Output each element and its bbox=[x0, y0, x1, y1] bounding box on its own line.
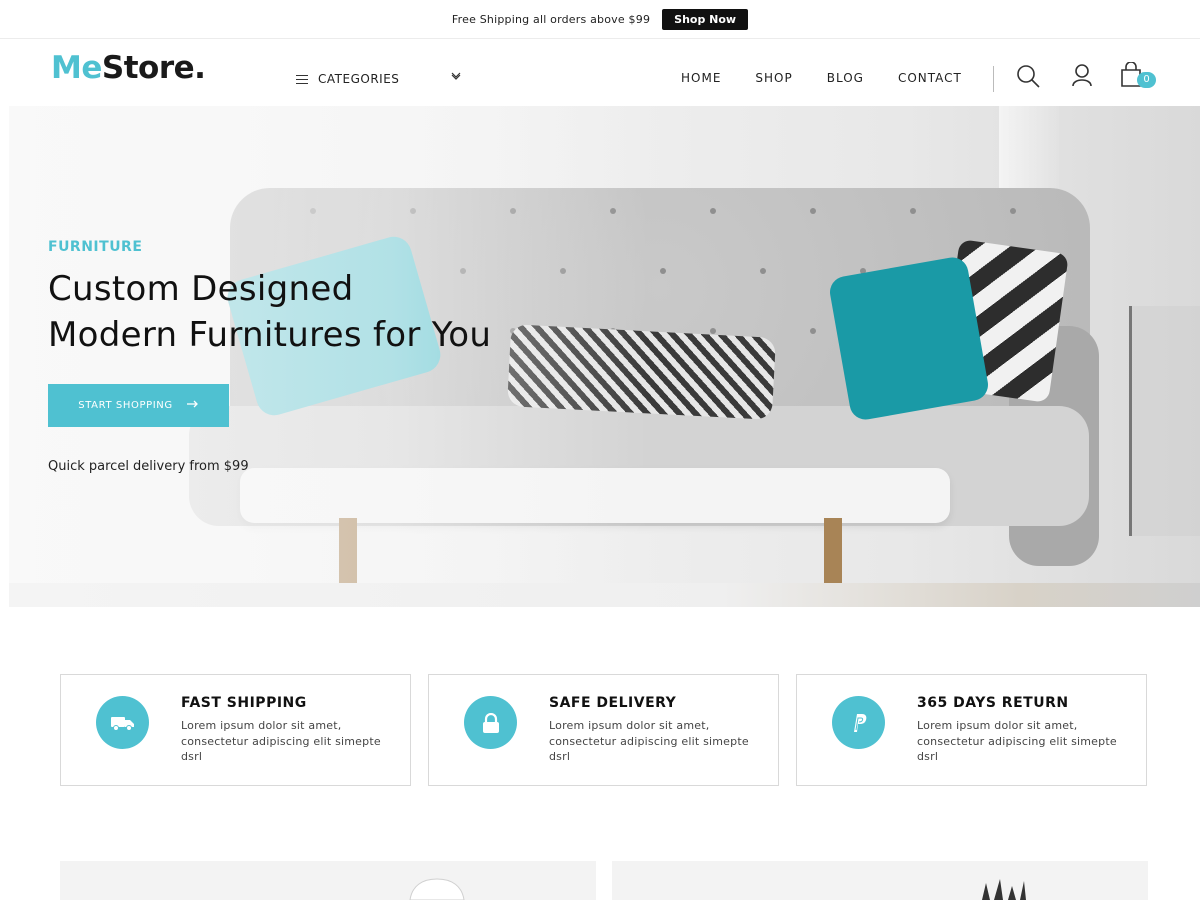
hero-kicker: FURNITURE bbox=[48, 239, 143, 255]
shop-now-button[interactable]: Shop Now bbox=[662, 8, 749, 30]
nav-blog[interactable]: BLOG bbox=[827, 71, 864, 85]
truck-icon bbox=[96, 696, 149, 749]
product-banner-right[interactable] bbox=[612, 861, 1148, 900]
feature-card-shipping: FAST SHIPPING Lorem ipsum dolor sit amet… bbox=[60, 674, 411, 786]
product-banner-left[interactable] bbox=[60, 861, 596, 900]
logo-part-me: Me bbox=[51, 50, 102, 86]
feature-title: FAST SHIPPING bbox=[181, 695, 307, 711]
main-nav: HOME SHOP BLOG CONTACT bbox=[681, 71, 996, 85]
table-leg bbox=[824, 518, 842, 583]
side-table bbox=[1129, 306, 1200, 536]
start-shopping-label: START SHOPPING bbox=[78, 400, 173, 411]
search-icon[interactable] bbox=[1016, 64, 1040, 92]
feature-card-return: 365 DAYS RETURN Lorem ipsum dolor sit am… bbox=[796, 674, 1147, 786]
start-shopping-button[interactable]: START SHOPPING bbox=[48, 384, 229, 427]
store-logo[interactable]: MeStore. bbox=[51, 50, 206, 86]
hero-title-line1: Custom Designed bbox=[48, 269, 354, 309]
feature-text: Lorem ipsum dolor sit amet, consectetur … bbox=[181, 719, 381, 763]
feature-title: 365 DAYS RETURN bbox=[917, 695, 1069, 711]
site-header: MeStore. CATEGORIES HOME SHOP BLOG CONTA… bbox=[0, 40, 1200, 106]
feature-text: Lorem ipsum dolor sit amet, consectetur … bbox=[917, 719, 1117, 763]
arrow-right-icon bbox=[186, 400, 199, 411]
user-icon[interactable] bbox=[1071, 64, 1093, 92]
announcement-bar: Free Shipping all orders above $99 Shop … bbox=[0, 0, 1200, 39]
hero-subtitle: Quick parcel delivery from $99 bbox=[48, 459, 249, 474]
hero-bottom-strip bbox=[9, 583, 1200, 607]
hero-title-line2: Modern Furnitures for You bbox=[48, 315, 492, 355]
nav-shop[interactable]: SHOP bbox=[755, 71, 792, 85]
chevron-down-icon bbox=[451, 72, 461, 83]
categories-dropdown[interactable]: CATEGORIES bbox=[296, 72, 466, 86]
shipping-message: Free Shipping all orders above $99 bbox=[451, 12, 651, 26]
cushion-teal-right bbox=[827, 254, 991, 423]
nav-home[interactable]: HOME bbox=[681, 71, 721, 85]
feature-text: Lorem ipsum dolor sit amet, consectetur … bbox=[549, 719, 749, 763]
paypal-icon bbox=[832, 696, 885, 749]
cart-count-badge: 0 bbox=[1137, 72, 1156, 88]
header-divider bbox=[993, 66, 994, 92]
nav-contact[interactable]: CONTACT bbox=[898, 71, 962, 85]
categories-label: CATEGORIES bbox=[318, 72, 400, 86]
hero-title: Custom Designed Modern Furnitures for Yo… bbox=[48, 266, 491, 358]
feature-card-delivery: SAFE DELIVERY Lorem ipsum dolor sit amet… bbox=[428, 674, 779, 786]
logo-part-store: Store. bbox=[101, 50, 206, 86]
lock-icon bbox=[464, 696, 517, 749]
menu-icon bbox=[296, 74, 308, 84]
feature-title: SAFE DELIVERY bbox=[549, 695, 677, 711]
